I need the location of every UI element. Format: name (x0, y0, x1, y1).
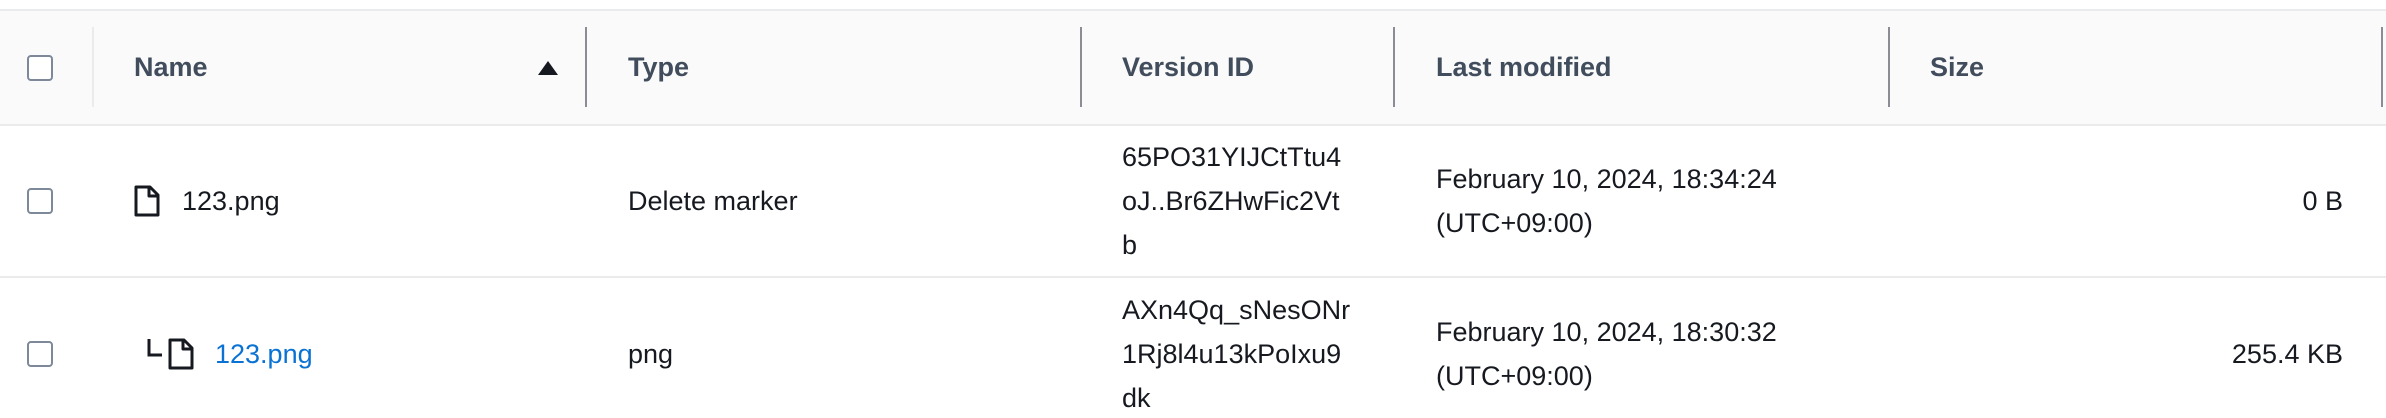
column-header-last-modified-label: Last modified (1436, 52, 1612, 82)
table-row[interactable]: 123.png Delete marker 65PO31YIJCtTtu4 oJ… (0, 126, 2386, 278)
object-type: Delete marker (628, 126, 798, 276)
column-header-type-label: Type (628, 52, 690, 82)
column-header-name-label: Name (134, 52, 208, 82)
object-name-link-text[interactable]: 123.png (215, 339, 313, 370)
last-modified-text: February 10, 2024, 18:30:32 (UTC+09:00) (1436, 317, 1777, 391)
last-modified-text: February 10, 2024, 18:34:24 (UTC+09:00) (1436, 164, 1777, 238)
versions-table: Name Type Version ID Last modified Size (0, 0, 2386, 418)
last-modified: February 10, 2024, 18:30:32 (UTC+09:00) (1436, 278, 1777, 418)
row-select-cell (27, 126, 53, 276)
object-type-text: png (628, 339, 674, 369)
column-header-type[interactable]: Type (628, 11, 689, 124)
column-resizer-last-modified[interactable] (1888, 27, 1890, 107)
nested-version-icon (146, 278, 164, 418)
row-checkbox[interactable] (27, 188, 53, 214)
select-all-checkbox[interactable] (27, 54, 53, 81)
column-resizer-version-id[interactable] (1393, 27, 1395, 107)
select-all-cell (27, 11, 53, 124)
object-name: 123.png (182, 126, 280, 276)
file-icon (168, 278, 194, 418)
object-name-text: 123.png (182, 186, 280, 216)
object-size-text: 255.4 KB (2231, 339, 2343, 369)
object-name-link[interactable]: 123.png (215, 278, 313, 418)
object-size: 255.4 KB (1930, 278, 2343, 418)
column-header-size[interactable]: Size (1930, 11, 1984, 124)
header-divider (92, 27, 94, 107)
object-size: 0 B (1930, 126, 2343, 276)
column-header-name[interactable]: Name (134, 11, 574, 124)
object-size-text: 0 B (2302, 186, 2343, 216)
column-resizer-size[interactable] (2381, 27, 2383, 107)
version-id-text: AXn4Qq_sNesONr 1Rj8l4u13kPoIxu9 dk (1122, 295, 1351, 413)
version-id: AXn4Qq_sNesONr 1Rj8l4u13kPoIxu9 dk (1122, 278, 1350, 418)
column-header-size-label: Size (1930, 52, 1985, 82)
row-checkbox[interactable] (27, 341, 53, 367)
row-select-cell (27, 278, 53, 418)
object-type-text: Delete marker (628, 186, 798, 216)
sort-ascending-icon[interactable] (538, 11, 558, 124)
column-header-version-id[interactable]: Version ID (1122, 11, 1254, 124)
table-header: Name Type Version ID Last modified Size (0, 11, 2386, 126)
file-icon (134, 126, 160, 276)
column-header-last-modified[interactable]: Last modified (1436, 11, 1612, 124)
object-type: png (628, 278, 673, 418)
column-header-version-id-label: Version ID (1122, 52, 1255, 82)
version-id-text: 65PO31YIJCtTtu4 oJ..Br6ZHwFic2Vt b (1122, 142, 1342, 260)
version-id: 65PO31YIJCtTtu4 oJ..Br6ZHwFic2Vt b (1122, 126, 1341, 276)
column-resizer-name[interactable] (585, 27, 587, 107)
last-modified: February 10, 2024, 18:34:24 (UTC+09:00) (1436, 126, 1777, 276)
column-resizer-type[interactable] (1080, 27, 1082, 107)
table-row[interactable]: 123.png png AXn4Qq_sNesONr 1Rj8l4u13kPoI… (0, 278, 2386, 418)
